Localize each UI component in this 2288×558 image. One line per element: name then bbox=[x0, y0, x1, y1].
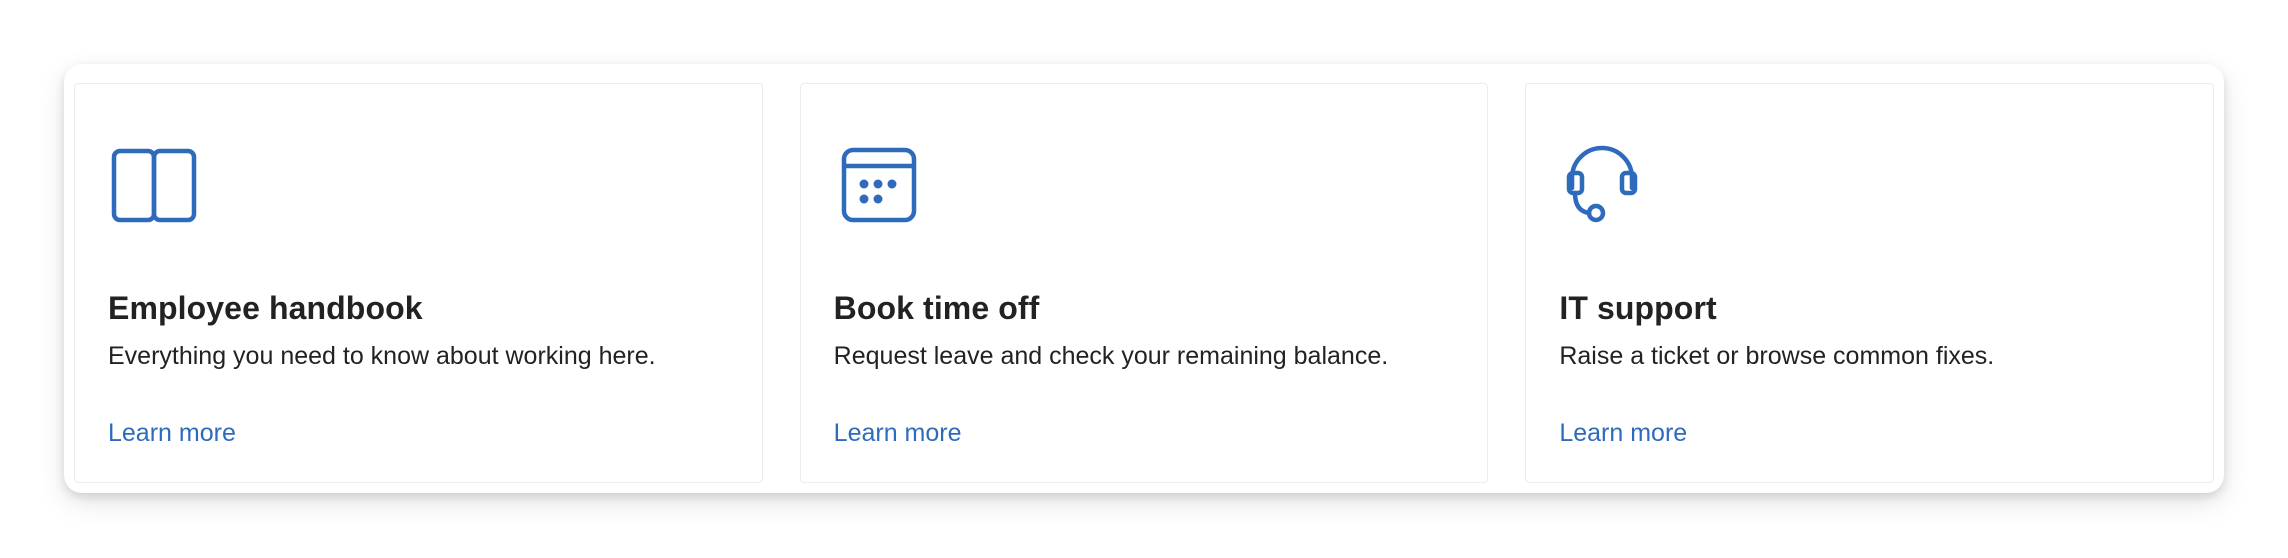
resources-panel: Employee handbook Everything you need to… bbox=[64, 64, 2224, 493]
card-title: Book time off bbox=[833, 290, 1040, 326]
learn-more-link[interactable]: Learn more bbox=[1559, 419, 1687, 448]
card-grid: Employee handbook Everything you need to… bbox=[74, 83, 2215, 483]
card-description: Raise a ticket or browse common fixes. bbox=[1559, 342, 1995, 370]
card-title: Employee handbook bbox=[108, 290, 423, 326]
card-book-time-off: Book time off Request leave and check yo… bbox=[799, 83, 1489, 483]
learn-more-link[interactable]: Learn more bbox=[108, 419, 236, 448]
card-title: IT support bbox=[1559, 290, 1717, 326]
card-description: Everything you need to know about workin… bbox=[108, 342, 656, 370]
calendar-icon bbox=[834, 138, 924, 228]
learn-more-link[interactable]: Learn more bbox=[834, 419, 962, 448]
book-icon bbox=[108, 138, 198, 228]
card-description: Request leave and check your remaining b… bbox=[833, 342, 1389, 370]
headset-icon bbox=[1559, 138, 1649, 228]
card-employee-handbook: Employee handbook Everything you need to… bbox=[74, 83, 763, 483]
card-it-support: IT support Raise a ticket or browse comm… bbox=[1525, 83, 2215, 483]
